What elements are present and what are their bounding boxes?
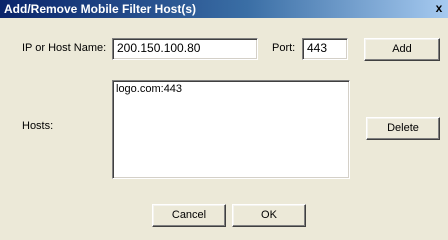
ip-host-input[interactable]: 200.150.100.80 — [112, 38, 258, 60]
add-button[interactable]: Add — [364, 38, 440, 61]
hosts-listbox[interactable]: logo.com:443 — [112, 80, 350, 179]
delete-button[interactable]: Delete — [366, 117, 440, 140]
hosts-label: Hosts: — [22, 120, 54, 132]
window-title: Add/Remove Mobile Filter Host(s) — [4, 2, 197, 16]
port-input[interactable]: 443 — [302, 38, 348, 60]
ip-label: IP or Host Name: — [22, 42, 107, 54]
close-icon[interactable]: x — [432, 1, 446, 15]
add-remove-host-dialog: Add/Remove Mobile Filter Host(s) x IP or… — [0, 0, 448, 240]
list-item[interactable]: logo.com:443 — [116, 83, 346, 96]
title-bar[interactable]: Add/Remove Mobile Filter Host(s) x — [0, 0, 448, 18]
cancel-button[interactable]: Cancel — [152, 204, 226, 227]
ok-button[interactable]: OK — [232, 204, 306, 227]
port-label: Port: — [272, 42, 296, 54]
